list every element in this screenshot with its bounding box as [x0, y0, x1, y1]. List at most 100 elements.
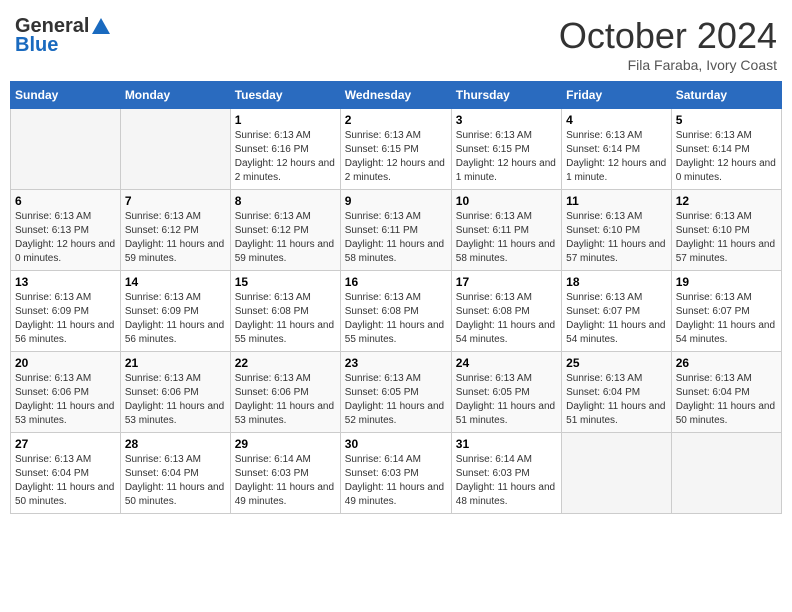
calendar-week-4: 20 Sunrise: 6:13 AM Sunset: 6:06 PM Dayli…: [11, 352, 782, 433]
day-number: 28: [125, 437, 226, 451]
calendar-cell: 2 Sunrise: 6:13 AM Sunset: 6:15 PM Daylig…: [340, 109, 451, 190]
day-info: Sunrise: 6:13 AM Sunset: 6:15 PM Dayligh…: [345, 129, 447, 185]
day-number: 29: [235, 437, 336, 451]
calendar-cell: 4 Sunrise: 6:13 AM Sunset: 6:14 PM Daylig…: [562, 109, 672, 190]
day-info: Sunrise: 6:14 AM Sunset: 6:03 PM Dayligh…: [235, 453, 336, 509]
day-number: 16: [345, 275, 447, 289]
day-number: 13: [15, 275, 116, 289]
calendar-cell: 22 Sunrise: 6:13 AM Sunset: 6:06 PM Dayli…: [230, 352, 340, 433]
calendar-cell: 23Sunrise: 6:13 AM Sunset: 6:05 PM Dayli…: [340, 352, 451, 433]
calendar-cell: 15 Sunrise: 6:13 AM Sunset: 6:08 PM Dayli…: [230, 271, 340, 352]
calendar-week-5: 27Sunrise: 6:13 AM Sunset: 6:04 PM Dayli…: [11, 433, 782, 514]
day-number: 26: [676, 356, 777, 370]
day-number: 4: [566, 113, 667, 127]
weekday-header-tuesday: Tuesday: [230, 82, 340, 109]
day-info: Sunrise: 6:13 AM Sunset: 6:07 PM Dayligh…: [566, 291, 667, 347]
location: Fila Faraba, Ivory Coast: [559, 57, 777, 73]
day-number: 12: [676, 194, 777, 208]
logo: General Blue: [15, 15, 113, 57]
day-number: 8: [235, 194, 336, 208]
calendar-cell: 10 Sunrise: 6:13 AM Sunset: 6:11 PM Dayli…: [451, 190, 561, 271]
calendar-cell: 29 Sunrise: 6:14 AM Sunset: 6:03 PM Dayli…: [230, 433, 340, 514]
month-title: October 2024: [559, 15, 777, 57]
calendar-cell: 25Sunrise: 6:13 AM Sunset: 6:04 PM Dayli…: [562, 352, 672, 433]
day-number: 20: [15, 356, 116, 370]
day-info: Sunrise: 6:13 AM Sunset: 6:09 PM Dayligh…: [125, 291, 226, 347]
day-info: Sunrise: 6:13 AM Sunset: 6:11 PM Dayligh…: [345, 210, 447, 266]
calendar-cell: 24 Sunrise: 6:13 AM Sunset: 6:05 PM Dayli…: [451, 352, 561, 433]
calendar-cell: 17Sunrise: 6:13 AM Sunset: 6:08 PM Dayli…: [451, 271, 561, 352]
day-info: Sunrise: 6:13 AM Sunset: 6:04 PM Dayligh…: [566, 372, 667, 428]
weekday-header-row: SundayMondayTuesdayWednesdayThursdayFrid…: [11, 82, 782, 109]
day-number: 31: [456, 437, 557, 451]
day-info: Sunrise: 6:13 AM Sunset: 6:06 PM Dayligh…: [125, 372, 226, 428]
day-info: Sunrise: 6:13 AM Sunset: 6:04 PM Dayligh…: [15, 453, 116, 509]
calendar-cell: 3 Sunrise: 6:13 AM Sunset: 6:15 PM Daylig…: [451, 109, 561, 190]
calendar-cell: 27Sunrise: 6:13 AM Sunset: 6:04 PM Dayli…: [11, 433, 121, 514]
weekday-header-saturday: Saturday: [671, 82, 781, 109]
day-number: 19: [676, 275, 777, 289]
day-info: Sunrise: 6:13 AM Sunset: 6:14 PM Dayligh…: [676, 129, 777, 185]
day-info: Sunrise: 6:13 AM Sunset: 6:08 PM Dayligh…: [235, 291, 336, 347]
day-number: 24: [456, 356, 557, 370]
day-number: 21: [125, 356, 226, 370]
day-info: Sunrise: 6:13 AM Sunset: 6:16 PM Dayligh…: [235, 129, 336, 185]
calendar-cell: 13 Sunrise: 6:13 AM Sunset: 6:09 PM Dayli…: [11, 271, 121, 352]
day-number: 5: [676, 113, 777, 127]
day-info: Sunrise: 6:13 AM Sunset: 6:10 PM Dayligh…: [676, 210, 777, 266]
day-number: 3: [456, 113, 557, 127]
logo-blue: Blue: [15, 34, 58, 57]
calendar-cell: 26 Sunrise: 6:13 AM Sunset: 6:04 PM Dayli…: [671, 352, 781, 433]
calendar-week-3: 13 Sunrise: 6:13 AM Sunset: 6:09 PM Dayli…: [11, 271, 782, 352]
weekday-header-thursday: Thursday: [451, 82, 561, 109]
day-info: Sunrise: 6:14 AM Sunset: 6:03 PM Dayligh…: [456, 453, 557, 509]
day-info: Sunrise: 6:14 AM Sunset: 6:03 PM Dayligh…: [345, 453, 447, 509]
day-info: Sunrise: 6:13 AM Sunset: 6:09 PM Dayligh…: [15, 291, 116, 347]
day-number: 14: [125, 275, 226, 289]
day-info: Sunrise: 6:13 AM Sunset: 6:13 PM Dayligh…: [15, 210, 116, 266]
calendar-cell: 8 Sunrise: 6:13 AM Sunset: 6:12 PM Daylig…: [230, 190, 340, 271]
calendar-cell: [11, 109, 121, 190]
day-info: Sunrise: 6:13 AM Sunset: 6:07 PM Dayligh…: [676, 291, 777, 347]
day-info: Sunrise: 6:13 AM Sunset: 6:12 PM Dayligh…: [125, 210, 226, 266]
calendar-cell: 5 Sunrise: 6:13 AM Sunset: 6:14 PM Daylig…: [671, 109, 781, 190]
calendar-cell: 7 Sunrise: 6:13 AM Sunset: 6:12 PM Daylig…: [120, 190, 230, 271]
day-info: Sunrise: 6:13 AM Sunset: 6:11 PM Dayligh…: [456, 210, 557, 266]
calendar-week-1: 1 Sunrise: 6:13 AM Sunset: 6:16 PM Daylig…: [11, 109, 782, 190]
day-info: Sunrise: 6:13 AM Sunset: 6:04 PM Dayligh…: [125, 453, 226, 509]
calendar-week-2: 6 Sunrise: 6:13 AM Sunset: 6:13 PM Daylig…: [11, 190, 782, 271]
day-number: 6: [15, 194, 116, 208]
day-info: Sunrise: 6:13 AM Sunset: 6:08 PM Dayligh…: [456, 291, 557, 347]
day-number: 22: [235, 356, 336, 370]
calendar-cell: 28 Sunrise: 6:13 AM Sunset: 6:04 PM Dayli…: [120, 433, 230, 514]
title-area: October 2024 Fila Faraba, Ivory Coast: [559, 15, 777, 73]
day-number: 30: [345, 437, 447, 451]
day-info: Sunrise: 6:13 AM Sunset: 6:04 PM Dayligh…: [676, 372, 777, 428]
calendar-cell: 9 Sunrise: 6:13 AM Sunset: 6:11 PM Daylig…: [340, 190, 451, 271]
calendar-cell: 30 Sunrise: 6:14 AM Sunset: 6:03 PM Dayli…: [340, 433, 451, 514]
day-info: Sunrise: 6:13 AM Sunset: 6:06 PM Dayligh…: [15, 372, 116, 428]
day-info: Sunrise: 6:13 AM Sunset: 6:14 PM Dayligh…: [566, 129, 667, 185]
day-number: 2: [345, 113, 447, 127]
logo-icon: [90, 16, 112, 38]
weekday-header-monday: Monday: [120, 82, 230, 109]
day-number: 1: [235, 113, 336, 127]
day-info: Sunrise: 6:13 AM Sunset: 6:06 PM Dayligh…: [235, 372, 336, 428]
calendar-cell: 1 Sunrise: 6:13 AM Sunset: 6:16 PM Daylig…: [230, 109, 340, 190]
day-number: 15: [235, 275, 336, 289]
day-info: Sunrise: 6:13 AM Sunset: 6:15 PM Dayligh…: [456, 129, 557, 185]
calendar-cell: 20 Sunrise: 6:13 AM Sunset: 6:06 PM Dayli…: [11, 352, 121, 433]
day-info: Sunrise: 6:13 AM Sunset: 6:12 PM Dayligh…: [235, 210, 336, 266]
day-number: 10: [456, 194, 557, 208]
calendar-cell: 31 Sunrise: 6:14 AM Sunset: 6:03 PM Dayli…: [451, 433, 561, 514]
day-number: 7: [125, 194, 226, 208]
weekday-header-sunday: Sunday: [11, 82, 121, 109]
calendar-body: 1 Sunrise: 6:13 AM Sunset: 6:16 PM Daylig…: [11, 109, 782, 514]
calendar-cell: [562, 433, 672, 514]
day-info: Sunrise: 6:13 AM Sunset: 6:08 PM Dayligh…: [345, 291, 447, 347]
calendar-cell: 21 Sunrise: 6:13 AM Sunset: 6:06 PM Dayli…: [120, 352, 230, 433]
day-number: 18: [566, 275, 667, 289]
day-info: Sunrise: 6:13 AM Sunset: 6:05 PM Dayligh…: [456, 372, 557, 428]
day-number: 9: [345, 194, 447, 208]
calendar-table: SundayMondayTuesdayWednesdayThursdayFrid…: [10, 81, 782, 514]
